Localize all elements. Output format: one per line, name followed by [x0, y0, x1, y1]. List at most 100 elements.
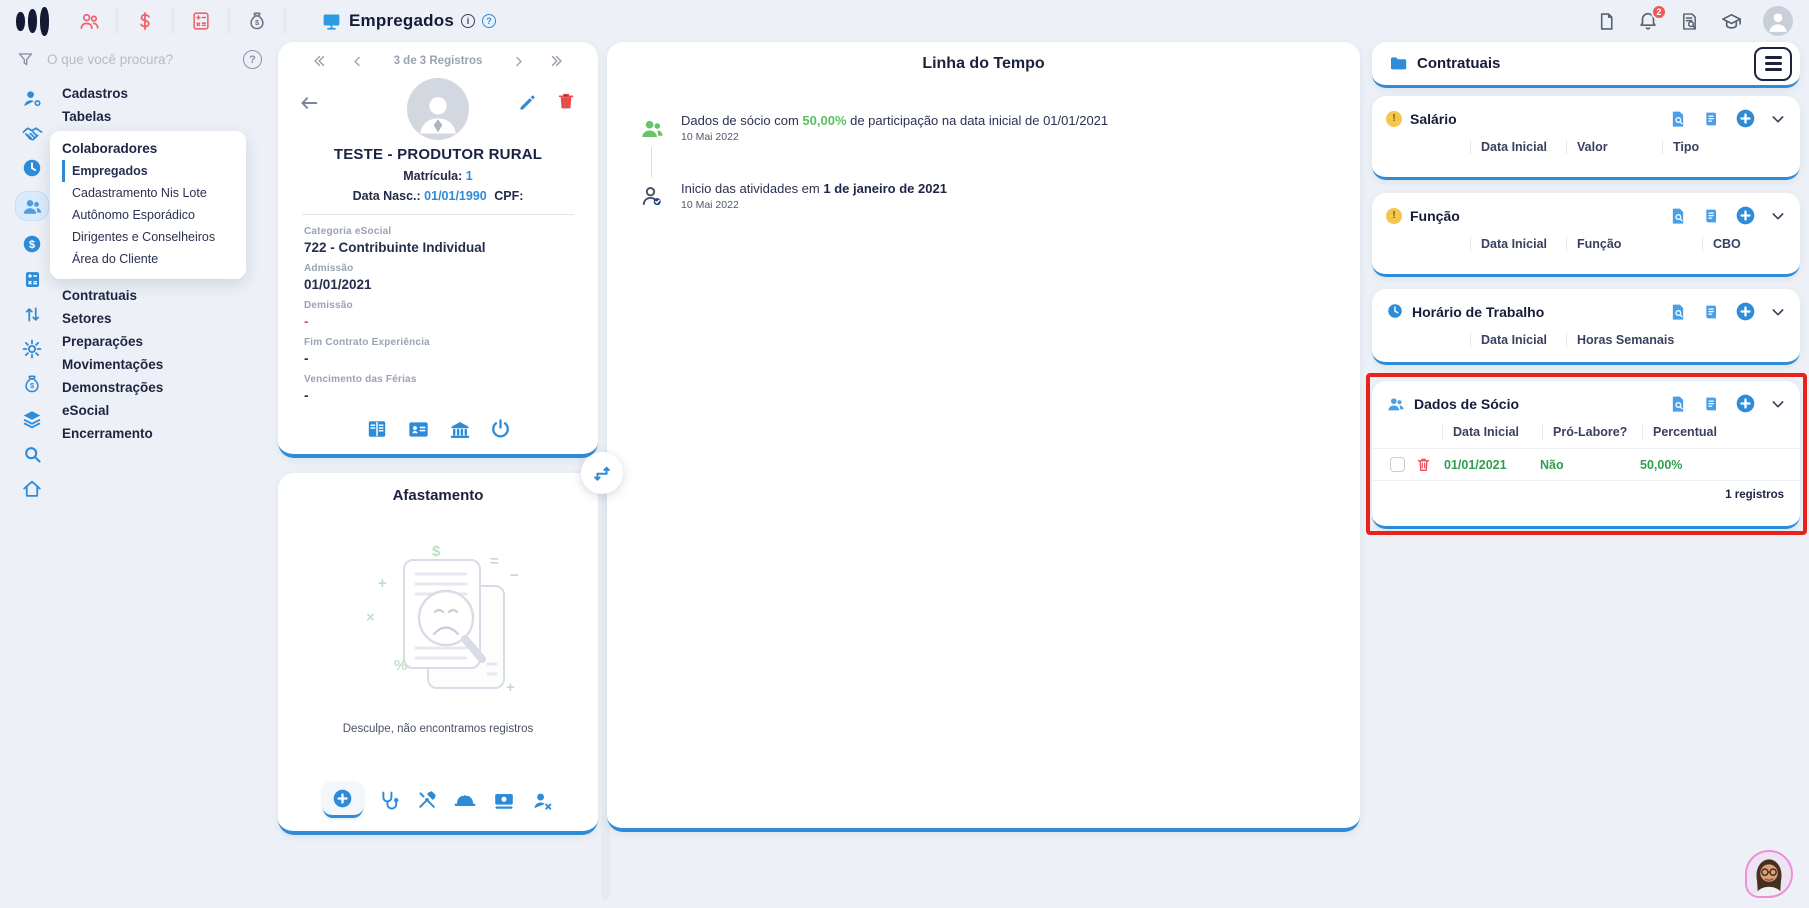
add-record-icon[interactable] — [1734, 392, 1757, 415]
history-scroll-icon[interactable] — [1701, 302, 1721, 322]
record-count-label: 3 de 3 Registros — [393, 55, 483, 67]
swap-panels-button[interactable] — [581, 452, 623, 494]
divider — [283, 8, 287, 34]
moneybag-shortcut-icon[interactable] — [245, 9, 269, 33]
health-stethoscope-icon[interactable] — [378, 789, 401, 812]
training-icon[interactable] — [1720, 10, 1743, 33]
collapse-chevron-icon[interactable] — [1770, 304, 1786, 320]
rail-clock-icon[interactable] — [15, 156, 49, 180]
support-chat-avatar[interactable] — [1745, 850, 1793, 898]
field-vencimento-ferias: Vencimento das Férias - — [304, 374, 417, 403]
safety-helmet-icon[interactable] — [453, 788, 477, 812]
tools-icon[interactable] — [416, 789, 438, 811]
notification-badge: 2 — [1651, 4, 1667, 20]
registrations-book-icon[interactable] — [365, 417, 389, 442]
submenu-item-area-do-cliente[interactable]: Área do Cliente — [62, 248, 234, 270]
socio-table-row: 01/01/2021 Não 50,00% — [1372, 448, 1800, 481]
delete-employee-button[interactable] — [556, 91, 576, 111]
edit-employee-button[interactable] — [517, 92, 538, 113]
cell-data-inicial[interactable]: 01/01/2021 — [1444, 458, 1540, 472]
menu-item-demonstracoes[interactable]: Demonstrações — [62, 376, 268, 399]
payment-cash-icon[interactable] — [492, 788, 516, 812]
row-checkbox[interactable] — [1390, 457, 1405, 472]
back-arrow-icon[interactable] — [298, 92, 320, 114]
first-record-icon[interactable] — [313, 54, 327, 68]
matricula-value[interactable]: 1 — [466, 169, 473, 183]
submenu-item-cadastramento-nis-lote[interactable]: Cadastramento Nis Lote — [62, 182, 234, 204]
menu-item-encerramento[interactable]: Encerramento — [62, 422, 268, 445]
employee-card: 3 de 3 Registros TESTE - PRODUTOR RURAL … — [278, 42, 598, 458]
app-logo-icon[interactable] — [16, 5, 49, 37]
last-record-icon[interactable] — [549, 54, 563, 68]
rail-demonstracoes-icon[interactable] — [15, 372, 49, 396]
menu-item-colaboradores[interactable]: Colaboradores — [62, 138, 234, 160]
nasc-value: 01/01/1990 — [424, 189, 487, 203]
next-record-icon[interactable] — [512, 55, 525, 68]
consult-report-icon[interactable] — [1668, 206, 1688, 226]
filter-funnel-icon[interactable] — [16, 50, 35, 69]
records-count-label: 1 registros — [1725, 489, 1784, 501]
notifications-bell-icon[interactable]: 2 — [1637, 4, 1667, 32]
rail-preparacoes-icon[interactable] — [15, 337, 49, 361]
audit-log-icon[interactable] — [1679, 11, 1700, 32]
history-scroll-icon[interactable] — [1701, 206, 1721, 226]
submenu-item-dirigentes-e-conselheiros[interactable]: Dirigentes e Conselheiros — [62, 226, 234, 248]
add-record-icon[interactable] — [1734, 300, 1757, 323]
menu-item-esocial[interactable]: eSocial — [62, 399, 268, 422]
menu-item-cadastros[interactable]: Cadastros — [62, 82, 268, 105]
menu-item-movimentacoes[interactable]: Movimentações — [62, 353, 268, 376]
consult-report-icon[interactable] — [1668, 109, 1688, 129]
employee-card-actions — [278, 417, 598, 442]
section-funcao: ! Função Data Inicial Função CBO — [1372, 193, 1800, 277]
submenu-item-autonomo-esporadico[interactable]: Autônomo Esporádico — [62, 204, 234, 226]
rail-home-icon[interactable] — [15, 477, 49, 501]
menu-item-contratuais[interactable]: Contratuais — [62, 284, 268, 307]
help-icon[interactable]: ? — [481, 14, 496, 28]
collapse-chevron-icon[interactable] — [1770, 396, 1786, 412]
rail-tabelas-icon[interactable] — [15, 121, 49, 145]
field-fim-contrato-experiencia: Fim Contrato Experiência - — [304, 337, 430, 366]
notes-icon[interactable] — [1596, 11, 1617, 32]
rail-contratuais-icon[interactable] — [15, 232, 49, 256]
column-header: Data Inicial — [1470, 237, 1566, 251]
power-status-icon[interactable] — [489, 417, 512, 442]
employees-shortcut-icon[interactable] — [77, 9, 101, 33]
collapse-chevron-icon[interactable] — [1770, 111, 1786, 127]
id-card-icon[interactable] — [406, 417, 431, 442]
column-header: Data Inicial — [1470, 140, 1566, 154]
payroll-shortcut-icon[interactable] — [133, 9, 157, 33]
add-record-icon[interactable] — [1734, 204, 1757, 227]
activity-start-date: 1 de janeiro de 2021 — [823, 181, 947, 196]
person-remove-icon[interactable] — [531, 789, 554, 812]
svg-text:+: + — [378, 575, 387, 592]
consult-report-icon[interactable] — [1668, 302, 1688, 322]
submenu-item-empregados[interactable]: Empregados — [62, 160, 234, 182]
bank-icon[interactable] — [448, 417, 472, 442]
history-scroll-icon[interactable] — [1701, 109, 1721, 129]
menu-item-tabelas[interactable]: Tabelas — [62, 105, 268, 128]
record-pager: 3 de 3 Registros — [278, 54, 598, 68]
sidebar-search-input[interactable] — [47, 52, 207, 67]
rail-setores-icon[interactable] — [15, 267, 49, 291]
sidebar-help-icon[interactable]: ? — [243, 50, 262, 69]
info-icon[interactable]: i — [460, 14, 475, 28]
rail-esocial-icon[interactable] — [15, 407, 49, 431]
menu-item-setores[interactable]: Setores — [62, 307, 268, 330]
previous-record-icon[interactable] — [351, 55, 364, 68]
matricula-label: Matrícula: — [403, 169, 463, 183]
collapse-chevron-icon[interactable] — [1770, 208, 1786, 224]
history-scroll-icon[interactable] — [1701, 394, 1721, 414]
consult-report-icon[interactable] — [1668, 394, 1688, 414]
rail-search-icon[interactable] — [15, 442, 49, 466]
rail-colaboradores-icon[interactable] — [15, 191, 49, 221]
user-avatar[interactable] — [1763, 6, 1793, 36]
timeline-event-date: 10 Mai 2022 — [681, 131, 739, 143]
menu-item-preparacoes[interactable]: Preparações — [62, 330, 268, 353]
calculator-shortcut-icon[interactable] — [189, 9, 213, 33]
add-afastamento-tab[interactable] — [322, 782, 363, 818]
rail-cadastros-icon[interactable] — [15, 86, 49, 110]
row-delete-icon[interactable] — [1415, 456, 1432, 473]
add-record-icon[interactable] — [1734, 107, 1757, 130]
rail-movimentacoes-icon[interactable] — [15, 302, 49, 326]
panel-menu-button[interactable] — [1754, 46, 1792, 81]
